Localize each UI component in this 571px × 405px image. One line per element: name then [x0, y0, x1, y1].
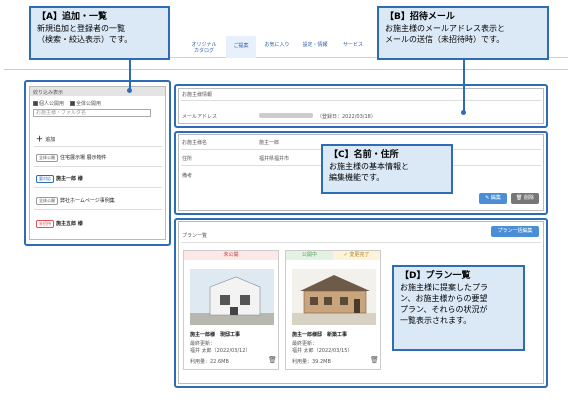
plus-icon: ＋	[36, 135, 43, 143]
plan-status-badge: 未公開	[184, 251, 278, 260]
note-label: 備考	[182, 173, 193, 179]
plan-title: 施主一郎様 現邸工事	[190, 332, 241, 338]
trash-icon[interactable]: 🗑	[268, 356, 277, 364]
trash-icon[interactable]: 🗑	[370, 356, 379, 364]
email-registered-date: （登録日：2022/03/18）	[317, 114, 376, 120]
callout-d: 【D】プラン一覧 お施主様に提案したプラ ン、お施主様からの要望 プラン、それら…	[392, 265, 525, 351]
house-image	[292, 269, 376, 325]
checkbox-icon[interactable]	[70, 101, 75, 106]
sidebar-search-input[interactable]: お施主様・フォルダ名	[33, 109, 151, 117]
owner-name-value: 施主一郎	[259, 140, 280, 146]
filter-public[interactable]: 全体公開用	[70, 100, 101, 107]
plan-title: 施主一郎様邸 新築工事	[292, 332, 348, 338]
list-item[interactable]: 要対応 施主一郎 様	[36, 175, 83, 183]
sub-bar	[4, 60, 568, 70]
plan-updated-label: 最終更新：	[292, 341, 318, 347]
owner-info-panel: お施主様情報 メールアドレス （登録日：2022/03/18）	[178, 88, 544, 124]
page: オリジナル カタログ ご提案 お気に入り 設定・情報 サービス 絞り込み表示 個…	[0, 0, 571, 405]
list-item[interactable]: 全体公開 弊社ホームページ事例集	[36, 197, 115, 205]
filter-private[interactable]: 個人公開用	[33, 100, 64, 107]
email-label: メールアドレス	[182, 114, 218, 120]
nav-item-catalog[interactable]: オリジナル カタログ	[186, 42, 222, 54]
address-label: 住所	[182, 156, 193, 162]
delete-button[interactable]: 🗑 削除	[511, 193, 539, 204]
plan-status-badge: 公開中	[286, 251, 333, 260]
sidebar-title: 絞り込み表示	[30, 87, 165, 96]
owner-name-label: お施主様名	[182, 140, 208, 146]
nav-item-settings[interactable]: 設定・情報	[298, 42, 332, 48]
connector-a	[129, 60, 131, 90]
nav-item-favorites[interactable]: お気に入り	[262, 42, 292, 48]
connector-dot-a	[127, 88, 132, 93]
connector-dot-b	[461, 110, 466, 115]
edit-icon: ✎	[485, 195, 490, 201]
email-value-blurred	[259, 113, 313, 118]
address-value: 福井県福井市	[259, 156, 290, 162]
plan-size: 利用量：22.6MB	[190, 359, 229, 365]
list-item[interactable]: 未招待 施主五郎 様	[36, 220, 83, 228]
plan-updated-label: 最終更新：	[190, 341, 216, 347]
plan-card[interactable]: 未公開 施主一郎様 現邸工事 最終更新： 福井 太郎（2022/03/12） 利…	[183, 250, 279, 370]
edit-button[interactable]: ✎ 編集	[479, 193, 507, 204]
nav-item-proposal[interactable]: ご提案	[226, 36, 256, 58]
callout-a: 【A】追加・一覧 新規追加と登録者の一覧 （検索・絞込表示）です。	[29, 6, 170, 60]
sidebar-panel: 絞り込み表示 個人公開用 全体公開用 お施主様・フォルダ名 ＋ 追加 全体公開住…	[29, 86, 166, 240]
trash-icon: 🗑	[516, 195, 523, 201]
plan-bulk-edit-button[interactable]: プラン一括編集	[491, 226, 539, 237]
add-button[interactable]: ＋ 追加	[36, 134, 55, 144]
house-image	[190, 269, 274, 325]
list-item[interactable]: 全体公開 住宅展示場 展示物件	[36, 154, 107, 162]
nav-item-service[interactable]: サービス	[338, 42, 368, 48]
callout-c: 【C】名前・住所 お施主様の基本情報と 編集機能です。	[321, 144, 453, 194]
plan-change-badge: ✓ 変更完了	[333, 251, 380, 260]
connector-b	[463, 60, 465, 112]
callout-b: 【B】招待メール お施主様のメールアドレス表示と メールの送信（未招待時）です。	[377, 6, 549, 60]
plan-card[interactable]: 公開中 ✓ 変更完了 施主一郎様邸 新築工事 最終更新： 福井 太郎（2022/…	[285, 250, 381, 370]
plan-updated-value: 福井 太郎（2022/03/12）	[190, 348, 251, 354]
plan-size: 利用量：39.2MB	[292, 359, 331, 365]
owner-info-title: お施主様情報	[182, 92, 213, 98]
plan-updated-value: 福井 太郎（2022/03/15）	[292, 348, 353, 354]
checkbox-icon[interactable]	[33, 101, 38, 106]
plans-title: プラン一覧	[182, 233, 208, 239]
